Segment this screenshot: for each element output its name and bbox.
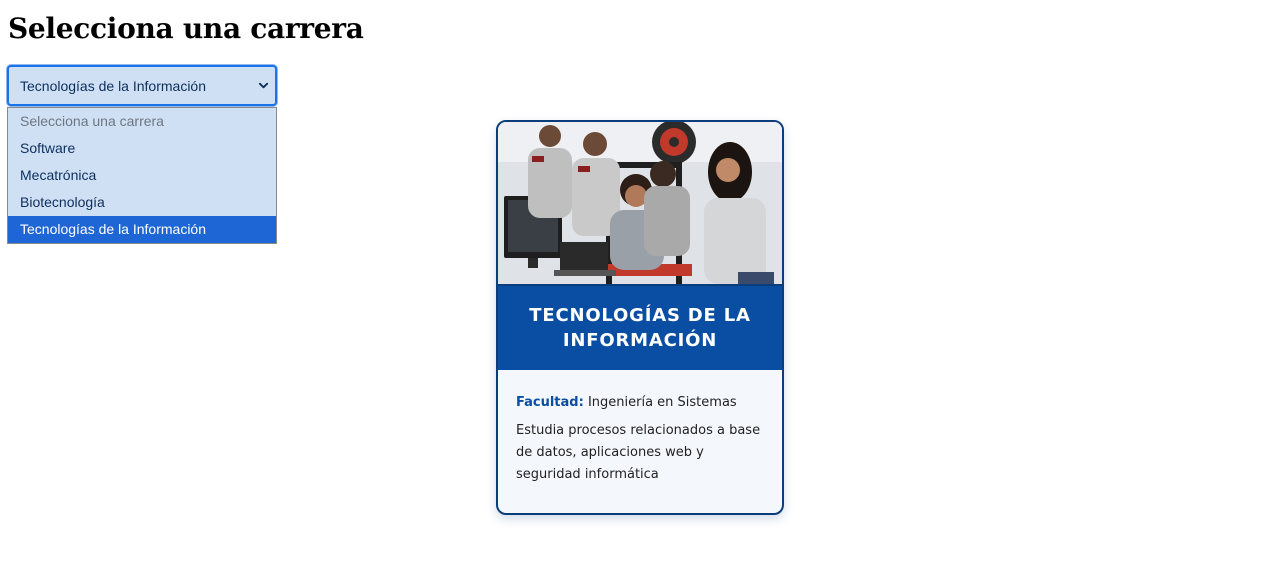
option-biotecnologia[interactable]: Biotecnología [8, 189, 276, 216]
career-card: Tecnologías de la Información Facultad: … [496, 120, 784, 515]
career-select[interactable]: Tecnologías de la Información [7, 65, 277, 106]
card-title: Tecnologías de la Información [529, 305, 751, 351]
faculty-value: Ingeniería en Sistemas [587, 395, 737, 410]
career-description: Estudia procesos relacionados a base de … [516, 423, 761, 482]
faculty-line: Facultad: Ingeniería en Sistemas [516, 392, 764, 414]
option-placeholder[interactable]: Selecciona una carrera [8, 108, 276, 135]
option-tecnologias-informacion[interactable]: Tecnologías de la Información [8, 216, 276, 243]
card-body: Facultad: Ingeniería en Sistemas Estudia… [498, 370, 782, 486]
chevron-down-icon [258, 82, 269, 89]
students-lab-photo-icon [498, 122, 782, 284]
page-title: Selecciona una carrera [8, 12, 364, 45]
career-image [498, 122, 782, 284]
career-select-value: Tecnologías de la Información [20, 77, 206, 94]
card-header: Tecnologías de la Información [498, 284, 782, 370]
faculty-label: Facultad: [516, 395, 584, 410]
career-dropdown-list: Selecciona una carrera Software Mecatrón… [7, 107, 277, 244]
option-software[interactable]: Software [8, 135, 276, 162]
option-mecatronica[interactable]: Mecatrónica [8, 162, 276, 189]
